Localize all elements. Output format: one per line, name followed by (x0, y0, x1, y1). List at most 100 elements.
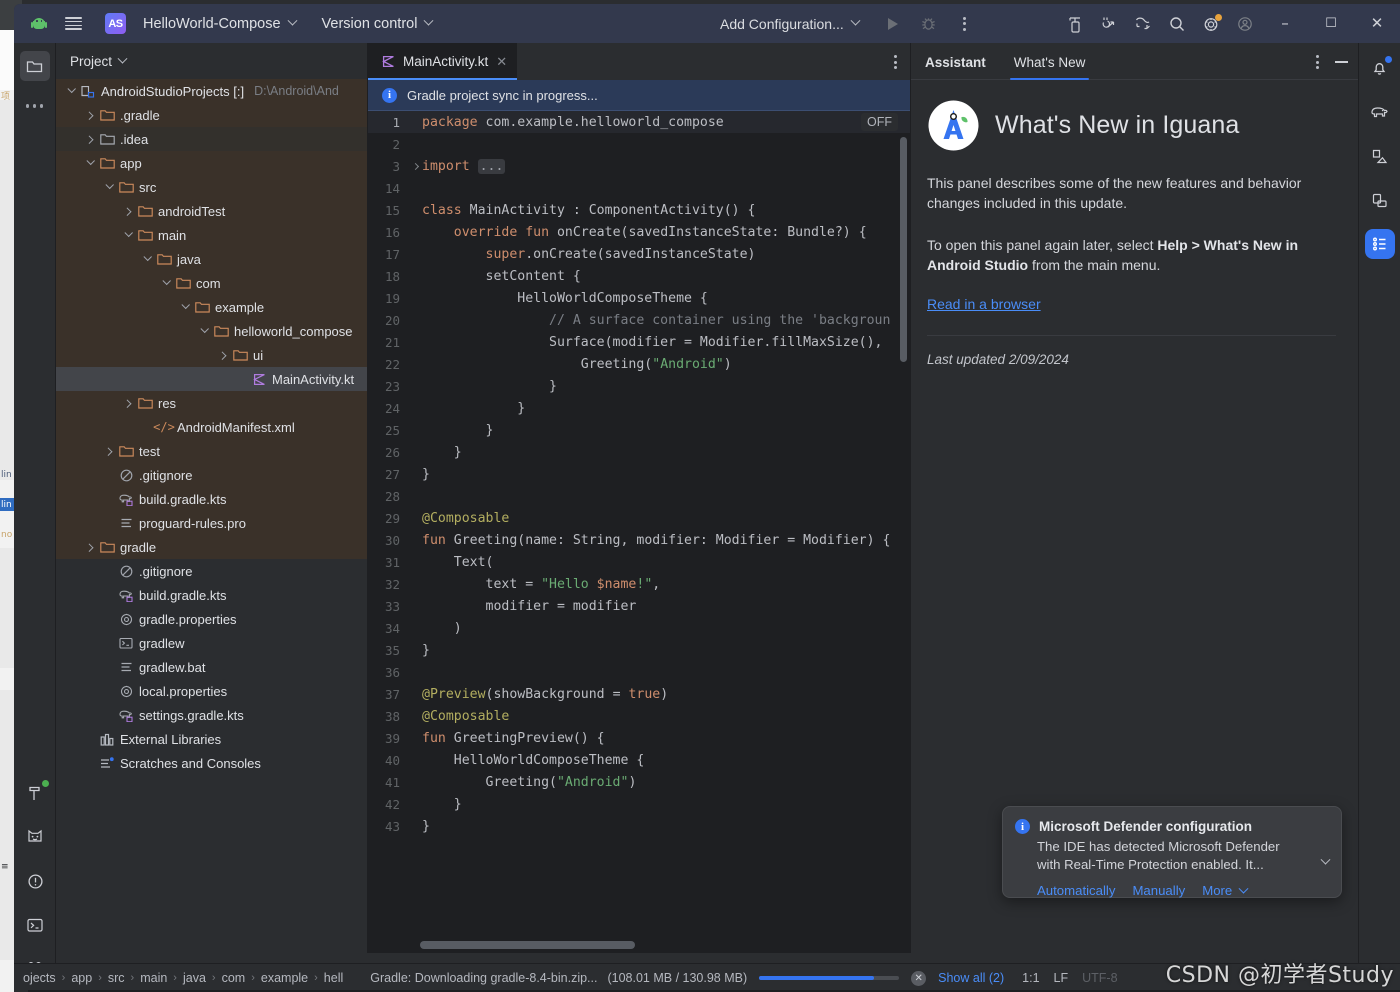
code-line[interactable]: 24 } (368, 397, 910, 419)
project-file-tree[interactable]: AndroidStudioProjects [:] D:\Android\And.… (56, 79, 367, 953)
version-control-menu[interactable]: Version control (313, 11, 442, 37)
code-line[interactable]: 14 (368, 177, 910, 199)
hamburger-menu-icon[interactable] (56, 9, 90, 39)
project-selector[interactable]: AS HelloWorld-Compose (96, 8, 305, 39)
breadcrumb-item[interactable]: app (66, 969, 97, 987)
tree-node-main[interactable]: main (56, 223, 367, 247)
line-separator[interactable]: LF (1054, 971, 1069, 985)
toast-action-more[interactable]: More (1202, 883, 1249, 898)
chevron-down-icon[interactable] (117, 53, 128, 64)
code-line[interactable]: 40 HelloWorldComposeTheme { (368, 749, 910, 771)
code-line[interactable]: 3 import ... (368, 155, 910, 177)
more-vertical-icon[interactable] (894, 55, 897, 69)
breadcrumb[interactable]: ojects › app › src › main › java › com › example › hel… (18, 969, 348, 987)
editor-tab-mainactivity[interactable]: MainActivity.kt ✕ (368, 43, 518, 80)
chevron-right-icon[interactable] (102, 447, 116, 456)
tree-node-example[interactable]: example (56, 295, 367, 319)
debug-icon[interactable] (912, 9, 946, 39)
tree-node-src[interactable]: src (56, 175, 367, 199)
code-line[interactable]: 36 (368, 661, 910, 683)
tree-node--gitignore[interactable]: .gitignore (56, 559, 367, 583)
settings-gear-icon[interactable] (1194, 9, 1228, 39)
code-line[interactable]: 17 super.onCreate(savedInstanceState) (368, 243, 910, 265)
code-line[interactable]: 26 } (368, 441, 910, 463)
tree-node-androidmanifest-xml[interactable]: </> AndroidManifest.xml (56, 415, 367, 439)
editor-horizontal-scrollbar[interactable] (420, 941, 635, 949)
minimize-window-button[interactable]: – (1262, 4, 1308, 43)
breadcrumb-item[interactable]: ojects (18, 969, 61, 987)
emulator-icon[interactable] (1365, 185, 1395, 215)
code-line[interactable]: 43} (368, 815, 910, 837)
gradle-elephant-icon[interactable] (1365, 97, 1395, 127)
build-hammer-icon[interactable] (20, 778, 50, 808)
code-line[interactable]: 16 override fun onCreate(savedInstanceSt… (368, 221, 910, 243)
tree-node-java[interactable]: java (56, 247, 367, 271)
more-vertical-icon[interactable] (1316, 55, 1319, 69)
chevron-down-icon[interactable] (197, 324, 211, 334)
problems-icon[interactable] (20, 866, 50, 896)
project-folder-icon[interactable] (19, 51, 50, 81)
tree-node-app[interactable]: app (56, 151, 367, 175)
notification-toast[interactable]: i Microsoft Defender configuration The I… (1002, 806, 1342, 898)
code-line[interactable]: 34 ) (368, 617, 910, 639)
device-manager-icon[interactable] (1058, 9, 1092, 39)
chevron-right-icon[interactable] (216, 351, 230, 360)
tree-node-gradlew[interactable]: gradlew (56, 631, 367, 655)
breadcrumb-item[interactable]: src (103, 969, 130, 987)
terminal-icon[interactable] (20, 910, 50, 940)
notifications-bell-icon[interactable] (1365, 53, 1395, 83)
tree-node-external-libraries[interactable]: External Libraries (56, 727, 367, 751)
toast-expand-button[interactable] (1320, 853, 1331, 871)
code-line[interactable]: 18 setContent { (368, 265, 910, 287)
code-line[interactable]: 39 fun GreetingPreview() { (368, 727, 910, 749)
tree-node-build-gradle-kts[interactable]: build.gradle.kts (56, 487, 367, 511)
chevron-down-icon[interactable] (140, 252, 154, 262)
tree-node-gradle[interactable]: gradle (56, 535, 367, 559)
code-line[interactable]: 37 @Preview(showBackground = true) (368, 683, 910, 705)
chevron-down-icon[interactable] (121, 228, 135, 238)
breadcrumb-item[interactable]: com (217, 969, 251, 987)
chevron-down-icon[interactable] (102, 180, 116, 190)
code-line[interactable]: 31 Text( (368, 551, 910, 573)
code-line[interactable]: 42 } (368, 793, 910, 815)
run-icon[interactable] (876, 9, 910, 39)
breadcrumb-item[interactable]: main (135, 969, 172, 987)
tab-whats-new[interactable]: What's New (1000, 55, 1100, 80)
sdk-manager-icon[interactable] (1092, 9, 1126, 39)
code-line[interactable]: 20 // A surface container using the 'bac… (368, 309, 910, 331)
tree-node-settings-gradle-kts[interactable]: settings.gradle.kts (56, 703, 367, 727)
chevron-right-icon[interactable] (121, 399, 135, 408)
code-line[interactable]: 38 @Composable (368, 705, 910, 727)
code-line[interactable]: 32 text = "Hello $name!", (368, 573, 910, 595)
code-line[interactable]: 35} (368, 639, 910, 661)
breadcrumb-item[interactable]: example (256, 969, 313, 987)
code-editor[interactable]: 1 package com.example.helloworld_compose 2… (368, 111, 910, 953)
chevron-right-icon[interactable] (83, 543, 97, 552)
tree-node-scratches-and-consoles[interactable]: Scratches and Consoles (56, 751, 367, 775)
tree-node-androidtest[interactable]: androidTest (56, 199, 367, 223)
tree-node--idea[interactable]: .idea (56, 127, 367, 151)
chevron-down-icon[interactable] (83, 156, 97, 166)
account-icon[interactable] (1228, 9, 1262, 39)
chevron-down-icon[interactable] (159, 276, 173, 286)
read-in-browser-link[interactable]: Read in a browser (927, 296, 1041, 312)
code-line[interactable]: 33 modifier = modifier (368, 595, 910, 617)
layout-inspector-icon[interactable] (1126, 9, 1160, 39)
chevron-right-icon[interactable] (83, 111, 97, 120)
tree-node-androidstudioprojects-[interactable]: AndroidStudioProjects [:] D:\Android\And (56, 79, 367, 103)
tree-node-local-properties[interactable]: local.properties (56, 679, 367, 703)
tree-node-build-gradle-kts[interactable]: build.gradle.kts (56, 583, 367, 607)
tree-node--gitignore[interactable]: .gitignore (56, 463, 367, 487)
chevron-right-icon[interactable] (83, 135, 97, 144)
run-configuration-selector[interactable]: Add Configuration... (711, 11, 868, 37)
tree-node-helloworld-compose[interactable]: helloworld_compose (56, 319, 367, 343)
editor-vertical-scrollbar[interactable] (900, 137, 907, 362)
logcat-cat-icon[interactable] (20, 822, 50, 852)
show-all-link[interactable]: Show all (2) (938, 971, 1004, 985)
code-line[interactable]: 22 Greeting("Android") (368, 353, 910, 375)
tree-node--gradle[interactable]: .gradle (56, 103, 367, 127)
fold-toggle-icon[interactable] (408, 162, 422, 170)
tree-node-test[interactable]: test (56, 439, 367, 463)
close-window-button[interactable]: ✕ (1354, 4, 1400, 43)
code-line[interactable]: 1 package com.example.helloworld_compose (368, 111, 910, 133)
